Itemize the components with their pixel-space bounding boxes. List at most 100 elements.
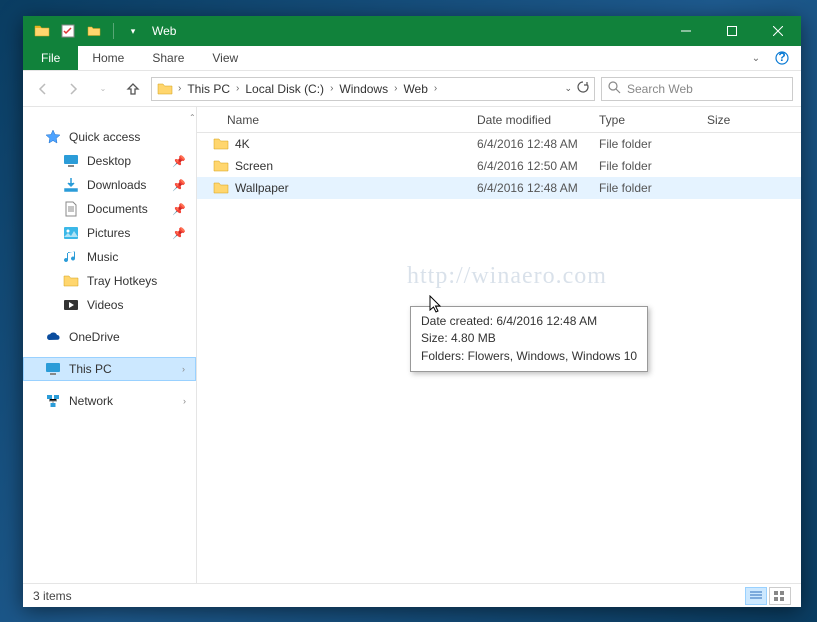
pictures-icon xyxy=(63,225,79,241)
file-type: File folder xyxy=(589,137,697,151)
sidebar-item-documents[interactable]: Documents 📌 xyxy=(23,197,196,221)
sidebar-onedrive[interactable]: OneDrive xyxy=(23,325,196,349)
refresh-icon[interactable] xyxy=(576,80,590,97)
pin-icon: 📌 xyxy=(172,155,186,168)
recent-dropdown-icon[interactable]: ⌄ xyxy=(91,77,115,101)
sidebar-this-pc[interactable]: This PC › xyxy=(23,357,196,381)
chevron-right-icon[interactable]: › xyxy=(176,83,183,94)
folder-icon xyxy=(213,158,229,174)
chevron-right-icon[interactable]: › xyxy=(432,83,439,94)
pin-icon: 📌 xyxy=(172,227,186,240)
music-icon xyxy=(63,249,79,265)
address-dropdown-icon[interactable]: ⌄ xyxy=(564,83,572,94)
file-name: Screen xyxy=(235,159,273,173)
pin-icon: 📌 xyxy=(172,179,186,192)
back-button[interactable] xyxy=(31,77,55,101)
tooltip: Date created: 6/4/2016 12:48 AM Size: 4.… xyxy=(410,306,648,372)
content-area: Quick access Desktop 📌 Downloads 📌 Docum… xyxy=(23,107,801,583)
file-row[interactable]: 4K 6/4/2016 12:48 AM File folder xyxy=(197,133,801,155)
quick-access-toolbar: ▾ xyxy=(23,20,144,42)
window-title: Web xyxy=(152,24,176,38)
icons-view-button[interactable] xyxy=(769,587,791,605)
status-text: 3 items xyxy=(33,589,72,603)
details-view-button[interactable] xyxy=(745,587,767,605)
sidebar-item-pictures[interactable]: Pictures 📌 xyxy=(23,221,196,245)
tooltip-line: Date created: 6/4/2016 12:48 AM xyxy=(421,313,637,330)
column-name[interactable]: ⌃Name xyxy=(197,113,467,127)
explorer-window: ▾ Web File Home Share View ⌄ ? xyxy=(23,16,801,607)
breadcrumb-segment[interactable]: This PC xyxy=(183,78,234,100)
file-type: File folder xyxy=(589,181,697,195)
address-bar[interactable]: › This PC › Local Disk (C:) › Windows › … xyxy=(151,77,595,101)
file-type: File folder xyxy=(589,159,697,173)
tab-home[interactable]: Home xyxy=(78,46,138,70)
folder-icon xyxy=(31,20,53,42)
tab-share[interactable]: Share xyxy=(138,46,198,70)
file-list-pane: http://winaero.com ⌃Name Date modified T… xyxy=(197,107,801,583)
documents-icon xyxy=(63,201,79,217)
sidebar-item-desktop[interactable]: Desktop 📌 xyxy=(23,149,196,173)
sidebar-item-tray-hotkeys[interactable]: Tray Hotkeys xyxy=(23,269,196,293)
column-size[interactable]: Size xyxy=(697,113,801,127)
videos-icon xyxy=(63,297,79,313)
expand-ribbon-icon[interactable]: ⌄ xyxy=(745,47,767,69)
sidebar-item-music[interactable]: Music xyxy=(23,245,196,269)
minimize-button[interactable] xyxy=(663,16,709,46)
column-date[interactable]: Date modified xyxy=(467,113,589,127)
chevron-right-icon[interactable]: › xyxy=(182,364,185,374)
file-tab[interactable]: File xyxy=(23,46,78,70)
pin-icon: 📌 xyxy=(172,203,186,216)
folder-icon xyxy=(213,136,229,152)
chevron-right-icon[interactable]: › xyxy=(328,83,335,94)
column-headers[interactable]: ⌃Name Date modified Type Size xyxy=(197,107,801,133)
search-input[interactable]: Search Web xyxy=(601,77,793,101)
this-pc-icon xyxy=(45,361,61,377)
tab-view[interactable]: View xyxy=(198,46,252,70)
desktop-icon xyxy=(63,153,79,169)
file-name: Wallpaper xyxy=(235,181,289,195)
sort-asc-icon: ⌃ xyxy=(189,113,196,122)
file-date: 6/4/2016 12:48 AM xyxy=(467,181,589,195)
navigation-pane[interactable]: Quick access Desktop 📌 Downloads 📌 Docum… xyxy=(23,107,197,583)
chevron-right-icon[interactable]: › xyxy=(234,83,241,94)
title-bar[interactable]: ▾ Web xyxy=(23,16,801,46)
folder-icon xyxy=(63,273,79,289)
file-row[interactable]: Screen 6/4/2016 12:50 AM File folder xyxy=(197,155,801,177)
status-bar: 3 items xyxy=(23,583,801,607)
folder-icon xyxy=(213,180,229,196)
search-icon xyxy=(608,81,621,97)
column-type[interactable]: Type xyxy=(589,113,697,127)
breadcrumb-segment[interactable]: Local Disk (C:) xyxy=(241,78,328,100)
properties-icon[interactable] xyxy=(57,20,79,42)
maximize-button[interactable] xyxy=(709,16,755,46)
sidebar-item-downloads[interactable]: Downloads 📌 xyxy=(23,173,196,197)
sidebar-item-videos[interactable]: Videos xyxy=(23,293,196,317)
up-button[interactable] xyxy=(121,77,145,101)
separator xyxy=(113,23,114,39)
tooltip-line: Size: 4.80 MB xyxy=(421,330,637,347)
file-name: 4K xyxy=(235,137,250,151)
view-switcher xyxy=(745,587,791,605)
forward-button[interactable] xyxy=(61,77,85,101)
chevron-right-icon[interactable]: › xyxy=(183,396,186,406)
network-icon xyxy=(45,393,61,409)
help-icon[interactable]: ? xyxy=(771,47,793,69)
file-row[interactable]: Wallpaper 6/4/2016 12:48 AM File folder xyxy=(197,177,801,199)
address-bar-row: ⌄ › This PC › Local Disk (C:) › Windows … xyxy=(23,71,801,107)
file-date: 6/4/2016 12:50 AM xyxy=(467,159,589,173)
folder-icon xyxy=(156,80,174,98)
qat-dropdown-icon[interactable]: ▾ xyxy=(122,20,144,42)
downloads-icon xyxy=(63,177,79,193)
file-date: 6/4/2016 12:48 AM xyxy=(467,137,589,151)
svg-text:?: ? xyxy=(778,51,785,64)
star-icon xyxy=(45,129,61,145)
close-button[interactable] xyxy=(755,16,801,46)
chevron-right-icon[interactable]: › xyxy=(392,83,399,94)
window-controls xyxy=(663,16,801,46)
breadcrumb-segment[interactable]: Web xyxy=(399,78,431,100)
sidebar-network[interactable]: Network › xyxy=(23,389,196,413)
ribbon: File Home Share View ⌄ ? xyxy=(23,46,801,71)
new-folder-icon[interactable] xyxy=(83,20,105,42)
breadcrumb-segment[interactable]: Windows xyxy=(335,78,392,100)
sidebar-quick-access[interactable]: Quick access xyxy=(23,125,196,149)
